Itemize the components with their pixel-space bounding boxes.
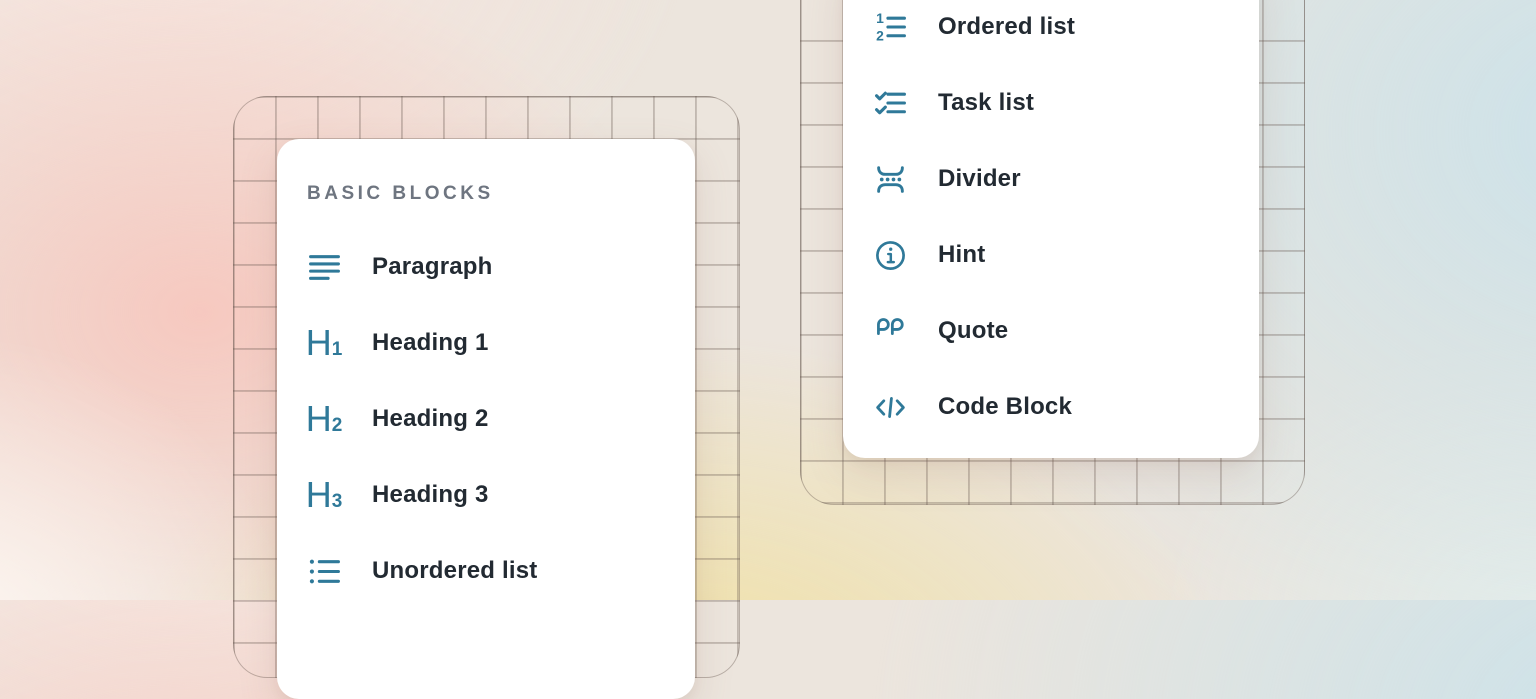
menu-item-label: Paragraph — [372, 253, 493, 281]
heading-3-icon: H3 — [307, 478, 341, 512]
menu-item-label: Unordered list — [372, 557, 538, 585]
menu-item-task-list[interactable]: Task list — [843, 65, 1259, 141]
svg-text:2: 2 — [876, 27, 884, 43]
unordered-list-icon — [307, 554, 341, 588]
menu-item-paragraph[interactable]: Paragraph — [277, 229, 695, 305]
menu-item-label: Hint — [938, 241, 985, 269]
menu-item-heading-1[interactable]: H1 Heading 1 — [277, 305, 695, 381]
basic-blocks-card: BASIC BLOCKS Paragraph H1 Heading 1 H2 Headi… — [277, 139, 695, 699]
background: { "colors": { "icon": "#2f7999", "label_… — [0, 0, 1536, 600]
menu-item-label: Task list — [938, 89, 1034, 117]
menu-item-label: Divider — [938, 165, 1021, 193]
task-list-icon — [873, 86, 907, 120]
paragraph-icon — [307, 250, 341, 284]
quote-icon — [873, 314, 907, 348]
menu-item-label: Code Block — [938, 393, 1072, 421]
svg-text:1: 1 — [876, 11, 884, 26]
heading-2-icon: H2 — [307, 402, 341, 436]
more-blocks-list: 12 Ordered list Task list Divider Hint Quote C… — [843, 0, 1259, 445]
menu-item-unordered-list[interactable]: Unordered list — [277, 533, 695, 609]
code-block-icon — [873, 390, 907, 424]
basic-blocks-list: Paragraph H1 Heading 1 H2 Heading 2 H3 Heading… — [277, 229, 695, 609]
menu-item-label: Heading 1 — [372, 329, 489, 357]
menu-item-label: Quote — [938, 317, 1008, 345]
menu-item-label: Heading 3 — [372, 481, 489, 509]
menu-item-divider[interactable]: Divider — [843, 141, 1259, 217]
menu-item-hint[interactable]: Hint — [843, 217, 1259, 293]
menu-item-label: Heading 2 — [372, 405, 489, 433]
ordered-list-icon: 12 — [873, 10, 907, 44]
menu-item-code-block[interactable]: Code Block — [843, 369, 1259, 445]
section-title: BASIC BLOCKS — [307, 183, 695, 205]
more-blocks-card: 12 Ordered list Task list Divider Hint Quote C… — [843, 0, 1259, 458]
heading-1-icon: H1 — [307, 326, 341, 360]
hint-icon — [873, 238, 907, 272]
menu-item-ordered-list[interactable]: 12 Ordered list — [843, 0, 1259, 65]
menu-item-label: Ordered list — [938, 13, 1075, 41]
menu-item-heading-3[interactable]: H3 Heading 3 — [277, 457, 695, 533]
menu-item-heading-2[interactable]: H2 Heading 2 — [277, 381, 695, 457]
divider-icon — [873, 162, 907, 196]
menu-item-quote[interactable]: Quote — [843, 293, 1259, 369]
